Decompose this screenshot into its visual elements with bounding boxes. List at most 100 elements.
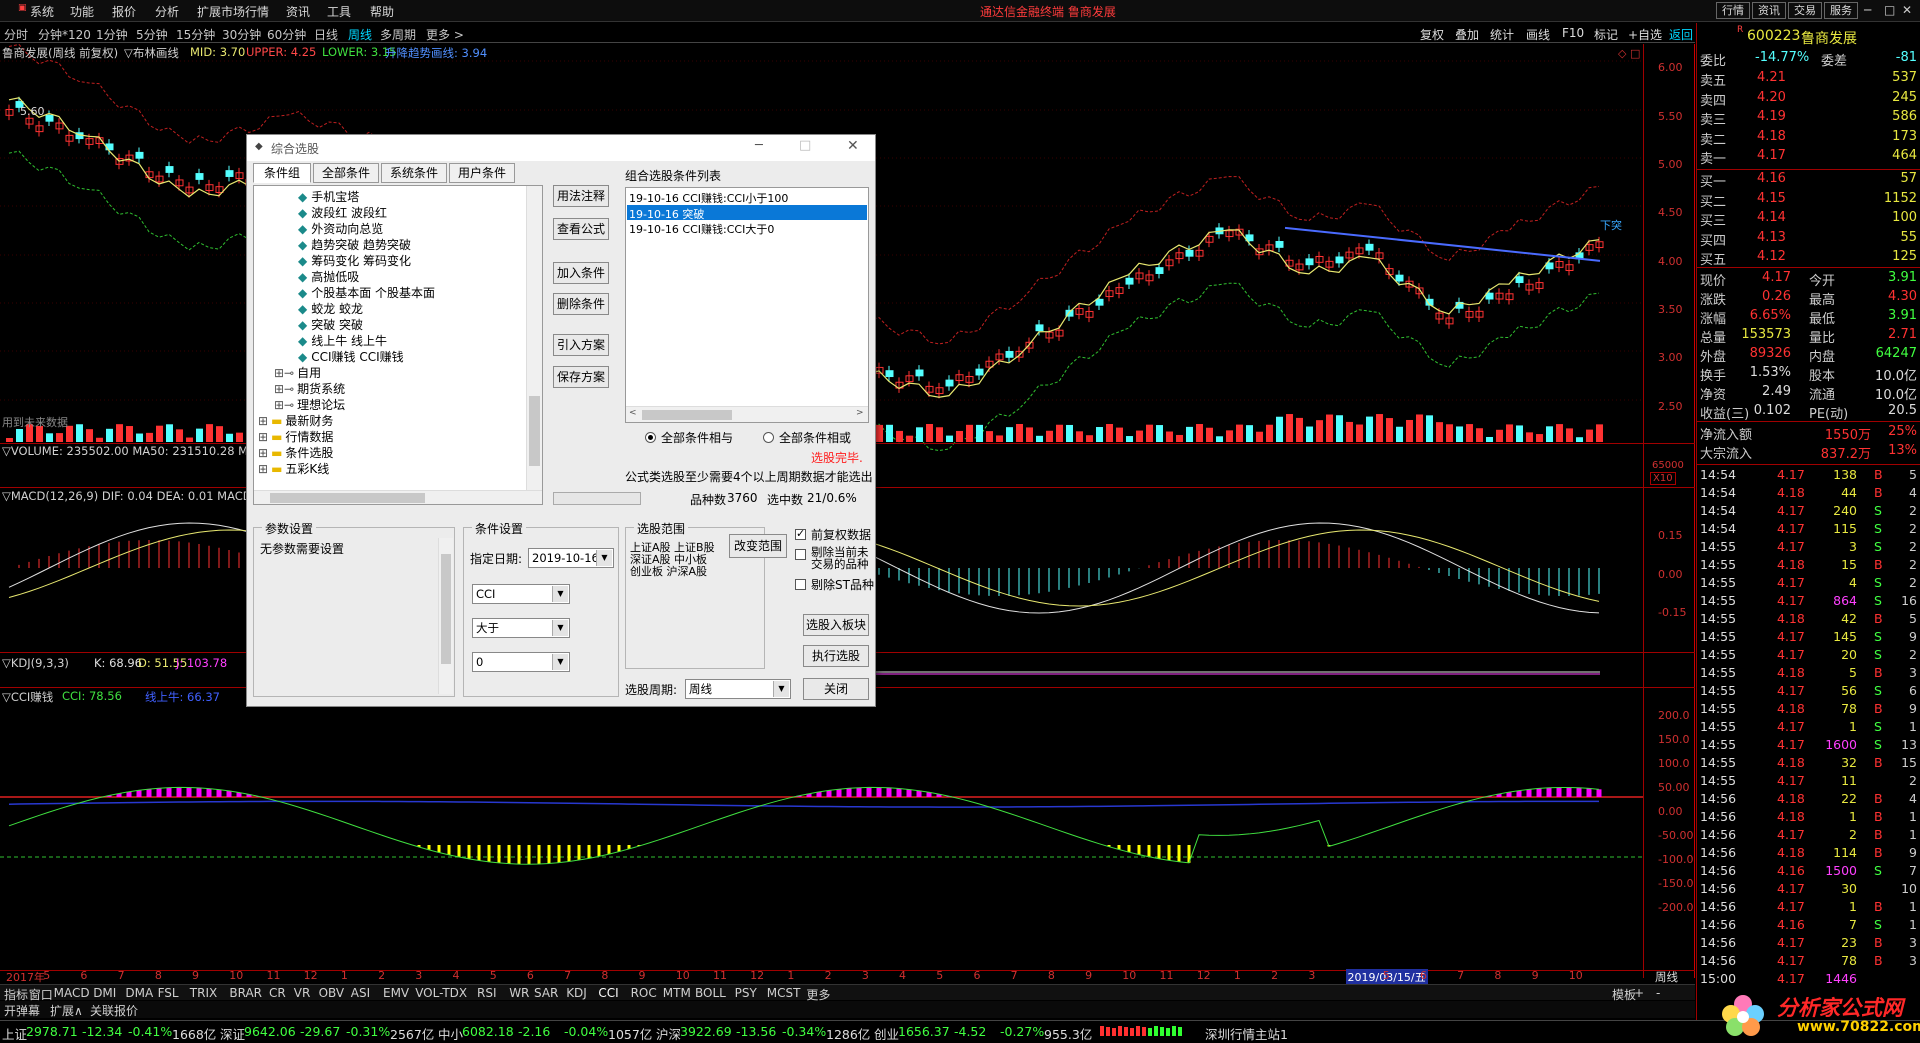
- period-more[interactable]: 更多 >: [426, 26, 464, 43]
- menu-item-info[interactable]: 资讯: [286, 3, 310, 20]
- tree-hscroll[interactable]: [254, 490, 542, 504]
- add-to-block-button[interactable]: 选股入板块: [803, 614, 869, 636]
- chevron-down-icon[interactable]: ▼: [596, 550, 612, 566]
- condition-item[interactable]: 19-10-16 CCI赚钱:CCI大于0: [629, 221, 774, 237]
- indicator-tab[interactable]: WR: [509, 986, 529, 1000]
- indicator-tab[interactable]: MTM: [663, 986, 691, 1000]
- chevron-down-icon[interactable]: ▼: [552, 654, 568, 670]
- menu-item-help[interactable]: 帮助: [370, 3, 394, 20]
- tab-condition-group[interactable]: 条件组: [253, 163, 311, 183]
- tool-add-fav[interactable]: +自选: [1628, 26, 1662, 43]
- bid-row[interactable]: 买四 4.13 55: [1697, 230, 1920, 249]
- expand-plus-icon[interactable]: ⊞⊸: [274, 398, 294, 412]
- radio-and[interactable]: [645, 432, 656, 443]
- tree-leaf[interactable]: ◆ 突破 突破: [298, 316, 363, 333]
- indicator-tab[interactable]: SAR: [534, 986, 558, 1000]
- tree-leaf[interactable]: ◆ 手机宝塔: [298, 188, 359, 205]
- index-name[interactable]: 上证: [2, 1024, 27, 1043]
- condition-tree[interactable]: ◆ 手机宝塔 ◆ 波段红 波段红 ◆ 外资动向总览 ◆ 趋势突破 趋势突破 ◆ 筹码变化 筹码变化…: [253, 185, 543, 505]
- period-5min[interactable]: 5分钟: [136, 26, 168, 43]
- ask-row[interactable]: 卖二 4.18 173: [1697, 129, 1920, 148]
- scroll-right-icon[interactable]: >: [856, 408, 864, 418]
- tree-group[interactable]: ⊞⊸ 期货系统: [274, 380, 345, 397]
- ask-row[interactable]: 卖四 4.20 245: [1697, 90, 1920, 109]
- menu-item-ext-market[interactable]: 扩展市场行情: [197, 3, 269, 20]
- tree-folder[interactable]: ⊞ ▬ 行情数据: [258, 428, 333, 445]
- indicator-tab[interactable]: TRIX: [190, 986, 217, 1000]
- expand-plus-icon[interactable]: ⊞⊸: [274, 366, 294, 380]
- dialog-close-icon[interactable]: ✕: [847, 138, 859, 154]
- tree-folder[interactable]: ⊞ ▬ 最新财务: [258, 412, 333, 429]
- tree-group[interactable]: ⊞⊸ 理想论坛: [274, 396, 345, 413]
- tree-leaf[interactable]: ◆ 线上牛 线上牛: [298, 332, 387, 349]
- add-condition-button[interactable]: 加入条件: [553, 262, 609, 284]
- menu-item-quote[interactable]: 报价: [112, 3, 136, 20]
- list-hscroll[interactable]: < >: [626, 406, 868, 422]
- operator-select[interactable]: 大于 ▼: [472, 618, 570, 638]
- tree-leaf[interactable]: ◆ CCI赚钱 CCI赚钱: [298, 348, 404, 365]
- indicator-tab[interactable]: MCST: [767, 986, 801, 1000]
- tree-leaf[interactable]: ◆ 筹码变化 筹码变化: [298, 252, 411, 269]
- param-vscroll[interactable]: [438, 538, 453, 694]
- barrage-toggle[interactable]: 开弹幕: [4, 1002, 40, 1019]
- tool-fuquan[interactable]: 复权: [1420, 26, 1444, 43]
- bid-row[interactable]: 买三 4.14 100: [1697, 210, 1920, 229]
- tree-folder[interactable]: ⊞ ▬ 条件选股: [258, 444, 333, 461]
- indicator-tab[interactable]: VOL-TDX: [415, 986, 467, 1000]
- maximize-icon[interactable]: □: [1884, 3, 1895, 17]
- tree-folder[interactable]: ⊞ ▬ 五彩K线: [258, 460, 329, 477]
- usage-note-button[interactable]: 用法注释: [553, 185, 609, 207]
- minimize-icon[interactable]: ─: [1864, 3, 1871, 17]
- period-min120[interactable]: 分钟*120: [38, 26, 91, 43]
- checkbox-exclude-st[interactable]: [795, 579, 806, 590]
- index-name[interactable]: 深证: [220, 1024, 245, 1043]
- period-select[interactable]: 周线 ▼: [685, 679, 791, 699]
- bid-row[interactable]: 买五 4.12 125: [1697, 249, 1920, 268]
- delete-condition-button[interactable]: 删除条件: [553, 293, 609, 315]
- tree-leaf[interactable]: ◆ 个股基本面 个股基本面: [298, 284, 435, 301]
- tree-vscroll[interactable]: [526, 186, 542, 490]
- indicator-tab[interactable]: DMI: [93, 986, 116, 1000]
- indicator-tab[interactable]: KDJ: [566, 986, 587, 1000]
- tree-leaf[interactable]: ◆ 波段红 波段红: [298, 204, 387, 221]
- close-button[interactable]: 关闭: [803, 678, 869, 700]
- tab-system-conditions[interactable]: 系统条件: [381, 163, 447, 183]
- change-range-button[interactable]: 改变范围: [729, 534, 787, 558]
- view-formula-button[interactable]: 查看公式: [553, 218, 609, 240]
- indicator-tab[interactable]: CCI: [598, 986, 618, 1000]
- ask-row[interactable]: 卖一 4.17 464: [1697, 148, 1920, 167]
- indicator-tab[interactable]: BOLL: [695, 986, 726, 1000]
- menu-item-tools[interactable]: 工具: [327, 3, 351, 20]
- indicator-tab[interactable]: BRAR: [229, 986, 262, 1000]
- indicator-tab[interactable]: PSY: [735, 986, 757, 1000]
- radio-or-label[interactable]: 全部条件相或: [779, 429, 851, 446]
- indicator-tab[interactable]: EMV: [383, 986, 409, 1000]
- related-quote-tab[interactable]: 关联报价: [90, 1002, 138, 1019]
- checkbox-fuquan[interactable]: ✓: [795, 527, 806, 540]
- list-hscroll-thumb[interactable]: [642, 410, 732, 420]
- expand-plus-icon[interactable]: ⊞⊸: [274, 382, 294, 396]
- menu-item-system[interactable]: 系统: [30, 3, 54, 20]
- indicator-tab[interactable]: CR: [269, 986, 286, 1000]
- checkbox-fuquan-label[interactable]: 前复权数据: [811, 526, 871, 543]
- exclude-st-label[interactable]: 剔除ST品种: [811, 576, 874, 593]
- indicator-select[interactable]: CCI ▼: [472, 584, 570, 604]
- bid-row[interactable]: 买一 4.16 57: [1697, 171, 1920, 190]
- period-day[interactable]: 日线: [314, 26, 338, 43]
- expand-plus-icon[interactable]: ⊞: [258, 462, 268, 476]
- condition-item[interactable]: 19-10-16 CCI赚钱:CCI小于100: [629, 190, 788, 206]
- tree-leaf[interactable]: ◆ 蛟龙 蛟龙: [298, 300, 363, 317]
- indicator-tab[interactable]: ROC: [631, 986, 657, 1000]
- period-multi[interactable]: 多周期: [380, 26, 416, 43]
- expand-plus-icon[interactable]: ⊞: [258, 446, 268, 460]
- tree-group[interactable]: ⊞⊸ 自用: [274, 364, 321, 381]
- menu-item-analysis[interactable]: 分析: [155, 3, 179, 20]
- condition-item-selected[interactable]: 19-10-16 突破: [629, 206, 704, 222]
- date-picker[interactable]: 2019-10-16 ▼: [528, 548, 614, 568]
- menu-item-function[interactable]: 功能: [70, 3, 94, 20]
- index-name[interactable]: 沪深: [656, 1024, 681, 1043]
- period-30min[interactable]: 30分钟: [222, 26, 261, 43]
- indicator-tab[interactable]: OBV: [319, 986, 345, 1000]
- condition-list[interactable]: 19-10-16 CCI赚钱:CCI小于100 19-10-16 突破 19-1…: [625, 187, 869, 423]
- chart-corner-icon[interactable]: ◇ □: [1618, 47, 1640, 60]
